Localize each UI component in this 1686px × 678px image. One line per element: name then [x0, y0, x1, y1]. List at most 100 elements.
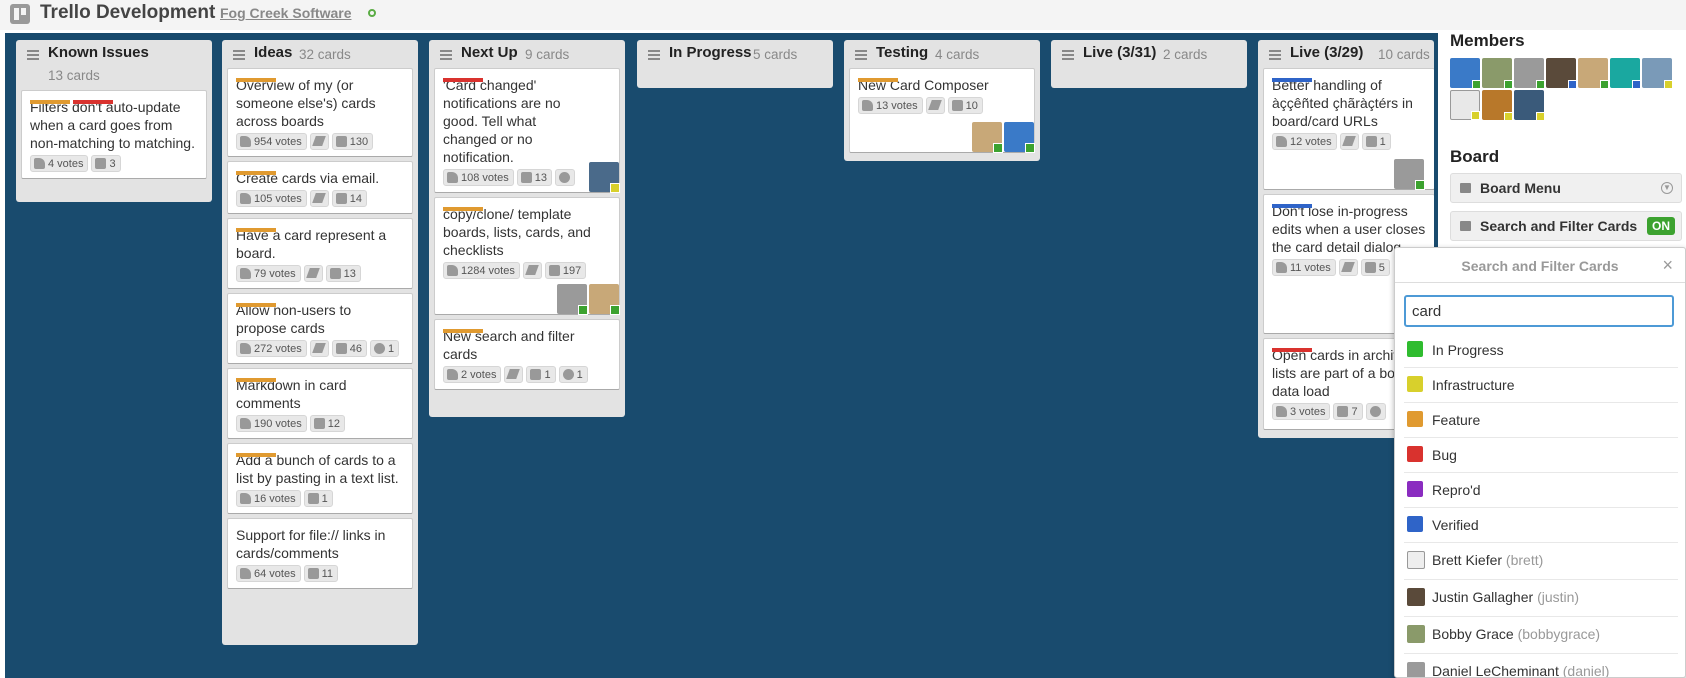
comment-icon [1337, 405, 1349, 417]
list-menu-icon[interactable] [648, 50, 660, 60]
close-icon[interactable]: × [1662, 255, 1673, 276]
member-avatar[interactable] [1450, 58, 1481, 89]
votes-badge: 1284 votes [443, 262, 520, 279]
votes-badge: 64 votes [236, 565, 301, 582]
list-title[interactable]: Known Issues [48, 44, 149, 61]
list-menu-icon[interactable] [440, 50, 452, 60]
list-title[interactable]: Live (3/29) [1290, 44, 1363, 61]
list-menu-icon[interactable] [1062, 50, 1074, 60]
list-title[interactable]: Testing [876, 44, 928, 61]
description-badge [504, 366, 524, 383]
search-input[interactable] [1404, 295, 1674, 327]
thumbs-up-icon [240, 417, 251, 429]
member-filter-brett[interactable]: Brett Kiefer (brett) [1404, 543, 1678, 580]
avatar [1407, 625, 1425, 643]
comment-icon [548, 264, 560, 276]
member-avatar[interactable] [1546, 58, 1577, 89]
gear-icon [1369, 405, 1381, 417]
card[interactable]: New Card Composer 13 votes 10 [849, 68, 1035, 153]
list-title[interactable]: In Progress [669, 44, 752, 61]
card[interactable]: 'Card changed' notifications are no good… [434, 68, 620, 193]
pencil-icon [311, 343, 326, 354]
members-heading: Members [1450, 31, 1525, 50]
comments-badge: 1 [526, 366, 556, 383]
member-avatar[interactable] [1004, 122, 1035, 153]
member-avatar[interactable] [557, 284, 588, 315]
card[interactable]: Better handling of àççêñted çhãràçtérs i… [1263, 68, 1434, 190]
member-avatar[interactable] [972, 122, 1003, 153]
member-filter-bobbygrace[interactable]: Bobby Grace (bobbygrace) [1404, 617, 1678, 654]
member-avatar[interactable] [1450, 90, 1480, 120]
thumbs-up-icon [240, 342, 251, 354]
card[interactable]: Allow non-users to propose cards 272 vot… [227, 293, 413, 364]
organization-link[interactable]: Fog Creek Software [220, 5, 351, 21]
search-filter-popover: Search and Filter Cards × In Progress In… [1394, 247, 1686, 678]
thumbs-up-icon [240, 267, 251, 279]
avatar [1407, 551, 1425, 569]
member-filter-justin[interactable]: Justin Gallagher (justin) [1404, 580, 1678, 617]
list-title[interactable]: Ideas [254, 44, 292, 61]
card[interactable]: Create cards via email. 105 votes 14 [227, 161, 413, 214]
member-avatar[interactable] [1514, 90, 1545, 121]
filter-on-badge: ON [1647, 217, 1675, 235]
list-menu-icon[interactable] [855, 50, 867, 60]
activity-badge [1365, 403, 1386, 420]
card[interactable]: Filters don't auto-update when a card go… [21, 90, 207, 179]
card[interactable]: Have a card represent a board. 79 votes 1… [227, 218, 413, 289]
comments-badge: 13 [516, 169, 552, 186]
board-menu-button[interactable]: Board Menu ▼ [1450, 173, 1682, 203]
member-avatar[interactable] [1578, 58, 1609, 89]
comment-icon [329, 267, 341, 279]
member-filter-daniel[interactable]: Daniel LeCheminant (daniel) [1404, 654, 1678, 677]
member-avatar[interactable] [1642, 58, 1673, 89]
card[interactable]: Overview of my (or someone else's) cards… [227, 68, 413, 157]
label-filter-reprod[interactable]: Repro'd [1404, 473, 1678, 508]
label-swatch [1407, 411, 1423, 427]
member-avatar[interactable] [1514, 58, 1545, 89]
label-filter-feature[interactable]: Feature [1404, 403, 1678, 438]
label-filter-in-progress[interactable]: In Progress [1404, 333, 1678, 368]
list-title[interactable]: Next Up [461, 44, 518, 61]
status-dot-icon [368, 9, 376, 17]
card[interactable]: copy/clone/ template boards, lists, card… [434, 197, 620, 315]
label-filter-infrastructure[interactable]: Infrastructure [1404, 368, 1678, 403]
list-menu-icon[interactable] [1269, 50, 1281, 60]
list-title[interactable]: Live (3/31) [1083, 44, 1156, 61]
thumbs-up-icon [1276, 405, 1287, 417]
card[interactable]: Add a bunch of cards to a list by pastin… [227, 443, 413, 514]
member-avatar[interactable] [589, 284, 620, 315]
list-menu-icon[interactable] [27, 50, 39, 60]
pencil-icon [506, 369, 521, 380]
label-filter-bug[interactable]: Bug [1404, 438, 1678, 473]
thumbs-up-icon [240, 492, 251, 504]
member-avatar[interactable] [1394, 159, 1425, 190]
member-avatar[interactable] [589, 162, 620, 193]
list-menu-icon[interactable] [233, 50, 245, 60]
board-title[interactable]: Trello Development [40, 2, 215, 24]
votes-badge: 105 votes [236, 190, 307, 207]
description-badge [925, 97, 945, 114]
member-avatar[interactable] [1482, 90, 1513, 121]
votes-badge: 12 votes [1272, 133, 1337, 150]
description-badge [522, 262, 542, 279]
board-canvas [5, 33, 1438, 678]
comment-icon [307, 492, 319, 504]
comments-badge: 5 [1360, 259, 1390, 276]
card-title: Better handling of àççêñted çhãràçtérs i… [1272, 77, 1413, 129]
comments-badge: 13 [325, 265, 361, 282]
card[interactable]: Support for file:// links in cards/comme… [227, 518, 413, 589]
member-avatar[interactable] [1482, 58, 1513, 89]
search-filter-button[interactable]: Search and Filter Cards ON [1450, 211, 1682, 241]
list-card-count: 13 cards [48, 68, 100, 83]
card[interactable]: New search and filter cards 2 votes 1 1 [434, 319, 620, 390]
comments-badge: 10 [947, 97, 983, 114]
chevron-down-icon: ▼ [1661, 182, 1673, 194]
comment-icon [95, 157, 107, 169]
comment-icon [307, 567, 319, 579]
label-filter-verified[interactable]: Verified [1404, 508, 1678, 543]
member-avatar[interactable] [1610, 58, 1641, 89]
card[interactable]: Markdown in card comments 190 votes 12 [227, 368, 413, 439]
label-swatch [1407, 341, 1423, 357]
pencil-icon [525, 265, 539, 276]
list-card-count: 2 cards [1163, 47, 1208, 62]
